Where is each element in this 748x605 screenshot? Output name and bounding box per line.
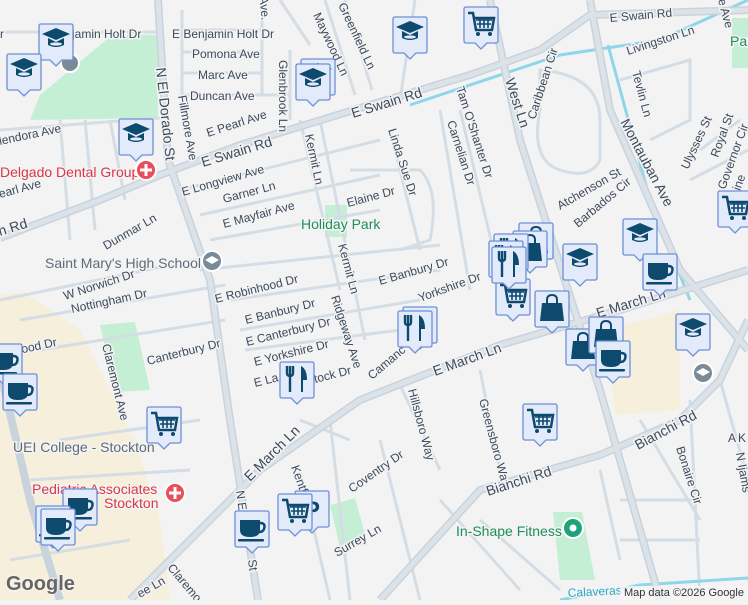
street-label: AKI (728, 431, 748, 445)
shopping-cart-marker-icon[interactable] (463, 6, 499, 50)
shopping-cart-marker-icon[interactable] (717, 190, 748, 234)
street-label: Tevlin Ln (629, 69, 655, 118)
school-marker-icon[interactable] (675, 313, 711, 357)
street-label: Ridgeway Ave (328, 294, 365, 371)
park-label: Par (730, 33, 748, 49)
street-label: E Robinhood Dr (213, 272, 299, 306)
street-label: E Swain Rd (349, 84, 424, 121)
shopping-cart-marker-icon[interactable] (522, 403, 558, 447)
street-label: N Ijams (733, 451, 748, 493)
school-marker-icon[interactable] (562, 243, 598, 287)
street-label: Bonaire Cir (673, 445, 705, 506)
street-label: Marc Ave (198, 68, 248, 82)
cafe-marker-icon[interactable] (642, 253, 678, 297)
street-label: Duncan Ave (190, 89, 255, 103)
street-label: jamin Holt Dr (71, 27, 141, 41)
street-label: E Benjamin Holt Dr (172, 27, 274, 41)
street-label: Ave. (257, 0, 273, 21)
street-label: lendora Ave (0, 121, 63, 148)
street-label: Coventry Dr (346, 447, 406, 495)
pediatric-label[interactable]: Stockton (103, 494, 160, 513)
school-marker-icon[interactable] (118, 118, 154, 162)
street-label: E Pearl Ave (205, 107, 269, 140)
restaurant-marker-icon[interactable] (491, 246, 527, 290)
fitness-pin-icon[interactable] (562, 517, 584, 539)
street-label: St (245, 558, 261, 572)
map-base: r jamin Holt Dr E Benjamin Holt Dr Pomon… (0, 0, 748, 605)
street-label: Greensboro Way (476, 397, 513, 488)
delgado-dental-label[interactable]: Delgado Dental Group (0, 163, 141, 182)
cafe-marker-icon[interactable] (595, 340, 631, 384)
shopping-cart-marker-icon[interactable] (277, 493, 313, 537)
street-label: tock Dr (312, 363, 352, 386)
shopping-cart-marker-icon[interactable] (146, 406, 182, 450)
street-label: E Swain Rd (609, 6, 673, 25)
map-attribution[interactable]: Map data ©2026 Google (619, 586, 748, 600)
school-marker-icon[interactable] (6, 53, 42, 97)
school-marker-icon[interactable] (295, 63, 331, 107)
school-pin-icon[interactable] (201, 250, 223, 272)
saint-marys-label[interactable]: Saint Mary's High School (44, 254, 203, 273)
street-label: E La (252, 370, 280, 390)
uei-college-label[interactable]: UEI College - Stockton (12, 438, 157, 457)
street-label: Pomona Ave (192, 47, 260, 61)
street-label: Claremo (165, 561, 205, 600)
cafe-marker-icon[interactable] (40, 508, 76, 552)
street-label: Hillsboro Way (405, 387, 438, 462)
school-pin-icon[interactable] (692, 362, 714, 384)
restaurant-marker-icon[interactable] (279, 361, 315, 405)
school-marker-icon[interactable] (392, 16, 428, 60)
street-label: Dunmar Ln (101, 211, 159, 253)
school-marker-icon[interactable] (38, 23, 74, 67)
street-label: Bianchi Rd (632, 407, 699, 453)
street-label: Canterbury Dr (145, 336, 222, 368)
street-label: Elaine Dr (345, 184, 396, 210)
street-label: Glenbrook Ln (276, 60, 290, 132)
street-label: Livingston Ln (625, 23, 697, 58)
street-label: Calaveras (567, 583, 622, 600)
in-shape-label[interactable]: In-Shape Fitness (455, 522, 564, 541)
cafe-marker-icon[interactable] (234, 510, 270, 554)
restaurant-marker-icon[interactable] (397, 310, 433, 354)
cafe-marker-icon[interactable] (2, 373, 38, 417)
street-label: r (0, 27, 4, 41)
street-label: E March Ln (431, 339, 504, 379)
medical-pin-icon[interactable] (164, 482, 186, 504)
google-logo: Google (6, 573, 75, 595)
holiday-park-label[interactable]: Holiday Park (300, 215, 383, 234)
map-canvas[interactable]: r jamin Holt Dr E Benjamin Holt Dr Pomon… (0, 0, 748, 605)
medical-pin-icon[interactable] (135, 159, 157, 181)
